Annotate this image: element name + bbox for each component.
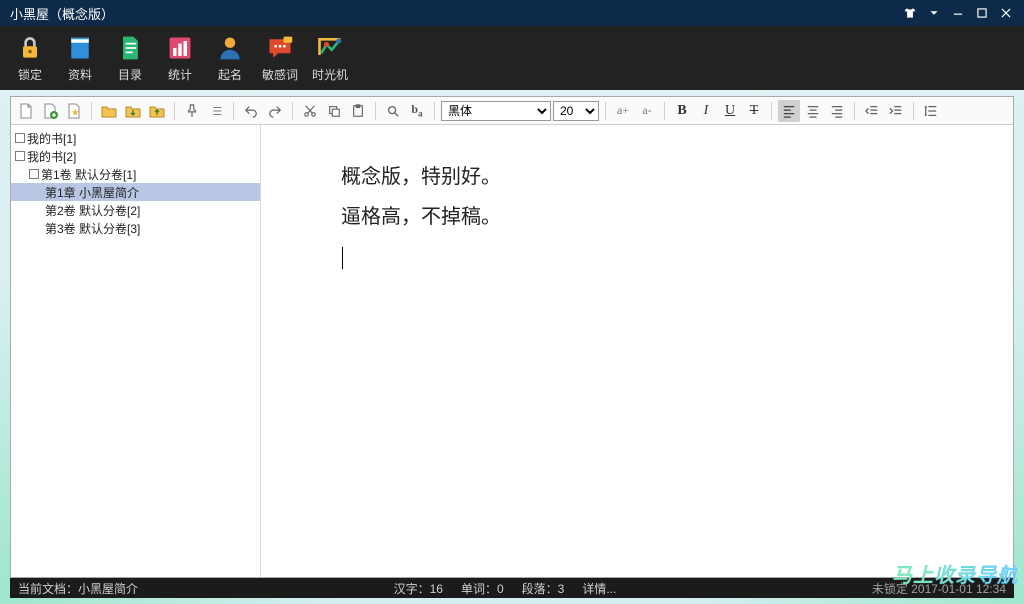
tool-label: 时光机 bbox=[312, 66, 348, 83]
editor-area[interactable]: 概念版，特别好。 逼格高，不掉稿。 bbox=[261, 125, 1013, 577]
status-detail[interactable]: 详情... bbox=[582, 580, 616, 597]
align-left-button[interactable] bbox=[778, 100, 800, 122]
find-button[interactable] bbox=[382, 100, 404, 122]
outdent-button[interactable] bbox=[861, 100, 883, 122]
line-spacing-button[interactable] bbox=[920, 100, 942, 122]
status-paras: 段落：3 bbox=[522, 580, 565, 597]
maximize-button[interactable] bbox=[970, 3, 994, 23]
separator bbox=[434, 102, 435, 120]
tree-book-1[interactable]: 我的书[1] bbox=[11, 129, 260, 147]
copy-button[interactable] bbox=[323, 100, 345, 122]
status-bar: 当前文档：小黑屋简介 汉字：16 单词：0 段落：3 详情... 未锁定 201… bbox=[10, 578, 1014, 598]
separator bbox=[605, 102, 606, 120]
dropdown-icon[interactable] bbox=[922, 3, 946, 23]
bold-button[interactable]: B bbox=[671, 100, 693, 122]
import-folder-button[interactable] bbox=[122, 100, 144, 122]
tool-catalog[interactable]: 目录 bbox=[106, 34, 154, 83]
editor-line: 逼格高，不掉稿。 bbox=[341, 197, 973, 237]
strike-button[interactable]: T bbox=[743, 100, 765, 122]
editor-line: 概念版，特别好。 bbox=[341, 157, 973, 197]
pin-button[interactable] bbox=[181, 100, 203, 122]
page-icon bbox=[116, 34, 144, 62]
align-center-button[interactable] bbox=[802, 100, 824, 122]
indent-button[interactable] bbox=[885, 100, 907, 122]
underline-button[interactable]: U bbox=[719, 100, 741, 122]
tree-volume-3[interactable]: 第3卷 默认分卷[3] bbox=[11, 219, 260, 237]
status-savestate: 未锁定 2017-01-01 12:34 bbox=[872, 580, 1006, 597]
font-size-select[interactable]: 20 bbox=[553, 101, 599, 121]
separator bbox=[913, 102, 914, 120]
tshirt-icon[interactable] bbox=[898, 3, 922, 23]
minimize-button[interactable] bbox=[946, 3, 970, 23]
tool-timemachine[interactable]: 时光机 bbox=[306, 34, 354, 83]
tool-lock[interactable]: 锁定 bbox=[6, 34, 54, 83]
open-folder-button[interactable] bbox=[98, 100, 120, 122]
list-toggle-button[interactable] bbox=[205, 100, 227, 122]
chat-alert-icon bbox=[266, 34, 294, 62]
tool-label: 起名 bbox=[218, 66, 242, 83]
tree-volume-2[interactable]: 第2卷 默认分卷[2] bbox=[11, 201, 260, 219]
status-doc: 当前文档：小黑屋简介 bbox=[18, 580, 138, 597]
increase-font-button[interactable]: a+ bbox=[612, 100, 634, 122]
separator bbox=[174, 102, 175, 120]
editor-caret-line bbox=[341, 237, 973, 277]
timemachine-icon bbox=[316, 34, 344, 62]
caret-icon bbox=[342, 247, 343, 269]
italic-button[interactable]: I bbox=[695, 100, 717, 122]
book-icon bbox=[66, 34, 94, 62]
export-folder-button[interactable] bbox=[146, 100, 168, 122]
replace-button[interactable]: ba bbox=[406, 100, 428, 122]
tool-materials[interactable]: 资料 bbox=[56, 34, 104, 83]
tool-stats[interactable]: 统计 bbox=[156, 34, 204, 83]
new-doc-button[interactable] bbox=[15, 100, 37, 122]
redo-button[interactable] bbox=[264, 100, 286, 122]
separator bbox=[771, 102, 772, 120]
cut-button[interactable] bbox=[299, 100, 321, 122]
app-title: 小黑屋（概念版） bbox=[10, 4, 898, 23]
align-right-button[interactable] bbox=[826, 100, 848, 122]
tool-label: 锁定 bbox=[18, 66, 42, 83]
paste-button[interactable] bbox=[347, 100, 369, 122]
tool-label: 敏感词 bbox=[262, 66, 298, 83]
person-icon bbox=[216, 34, 244, 62]
tool-naming[interactable]: 起名 bbox=[206, 34, 254, 83]
separator bbox=[375, 102, 376, 120]
main-toolbar: 锁定 资料 目录 统计 起名 敏感词 时光机 bbox=[0, 26, 1024, 90]
titlebar: 小黑屋（概念版） bbox=[0, 0, 1024, 26]
decrease-font-button[interactable]: a- bbox=[636, 100, 658, 122]
separator bbox=[292, 102, 293, 120]
new-doc-star-button[interactable] bbox=[63, 100, 85, 122]
font-family-select[interactable]: 黑体 bbox=[441, 101, 551, 121]
tool-label: 统计 bbox=[168, 66, 192, 83]
tool-sensitive[interactable]: 敏感词 bbox=[256, 34, 304, 83]
status-hanzi: 汉字：16 bbox=[394, 580, 443, 597]
status-words: 单词：0 bbox=[461, 580, 504, 597]
separator bbox=[91, 102, 92, 120]
work-area: ba 黑体 20 a+ a- B I U T 我的书[1] 我的书[2] 第1卷… bbox=[10, 96, 1014, 578]
separator bbox=[233, 102, 234, 120]
undo-button[interactable] bbox=[240, 100, 262, 122]
new-doc-plus-button[interactable] bbox=[39, 100, 61, 122]
close-button[interactable] bbox=[994, 3, 1018, 23]
tool-label: 目录 bbox=[118, 66, 142, 83]
tree-book-2[interactable]: 我的书[2] bbox=[11, 147, 260, 165]
format-toolbar: ba 黑体 20 a+ a- B I U T bbox=[11, 97, 1013, 125]
tree-volume-1[interactable]: 第1卷 默认分卷[1] bbox=[11, 165, 260, 183]
tree-chapter-1[interactable]: 第1章 小黑屋简介 bbox=[11, 183, 260, 201]
tool-label: 资料 bbox=[68, 66, 92, 83]
document-tree[interactable]: 我的书[1] 我的书[2] 第1卷 默认分卷[1] 第1章 小黑屋简介 第2卷 … bbox=[11, 125, 261, 577]
separator bbox=[664, 102, 665, 120]
lock-icon bbox=[16, 34, 44, 62]
chart-icon bbox=[166, 34, 194, 62]
separator bbox=[854, 102, 855, 120]
